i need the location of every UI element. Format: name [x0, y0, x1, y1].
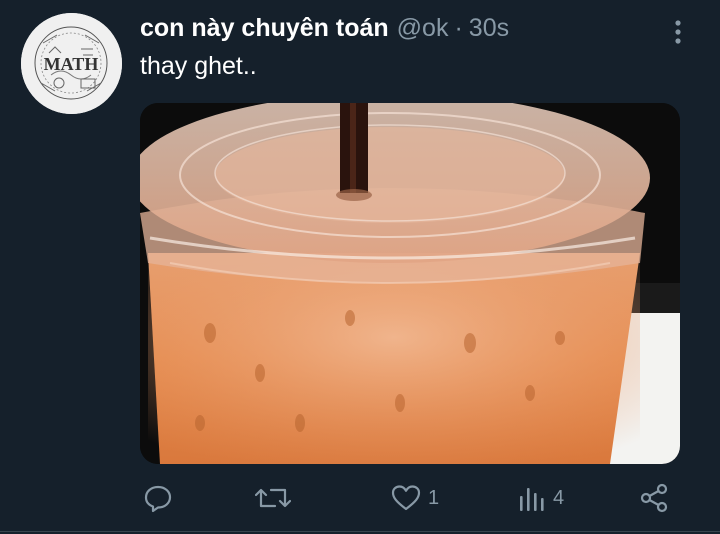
- tweet-header: con này chuyên toán @ok · 30s: [140, 14, 509, 50]
- reply-icon: [144, 485, 172, 513]
- separator-dot: ·: [454, 14, 463, 42]
- tweet-actions: 1 4: [0, 478, 720, 518]
- math-logo-icon: MATH: [21, 13, 122, 114]
- more-vertical-icon: [675, 20, 681, 44]
- timestamp[interactable]: 30s: [469, 14, 509, 43]
- retweet-icon: [255, 488, 291, 508]
- share-icon: [640, 483, 668, 513]
- user-handle[interactable]: @ok: [397, 14, 449, 43]
- tweet[interactable]: MATH con này chuyên toán @ok · 30s thay …: [0, 0, 720, 534]
- reply-button[interactable]: [142, 478, 174, 518]
- avatar[interactable]: MATH: [21, 13, 122, 114]
- retweet-button[interactable]: [255, 478, 291, 518]
- iced-tea-cup-image: [140, 103, 680, 464]
- divider: [0, 531, 720, 532]
- avatar-logo-text: MATH: [44, 54, 99, 74]
- more-options-button[interactable]: [668, 18, 688, 46]
- analytics-button[interactable]: 4: [517, 478, 564, 518]
- tweet-media-image[interactable]: [140, 103, 680, 464]
- heart-icon: [391, 485, 421, 511]
- like-count: 1: [428, 486, 440, 509]
- analytics-icon: [520, 488, 544, 511]
- analytics-count: 4: [553, 486, 565, 509]
- like-button[interactable]: 1: [390, 478, 439, 518]
- display-name[interactable]: con này chuyên toán: [140, 14, 389, 43]
- share-button[interactable]: [638, 478, 670, 518]
- tweet-text: thay ghet..: [140, 52, 257, 80]
